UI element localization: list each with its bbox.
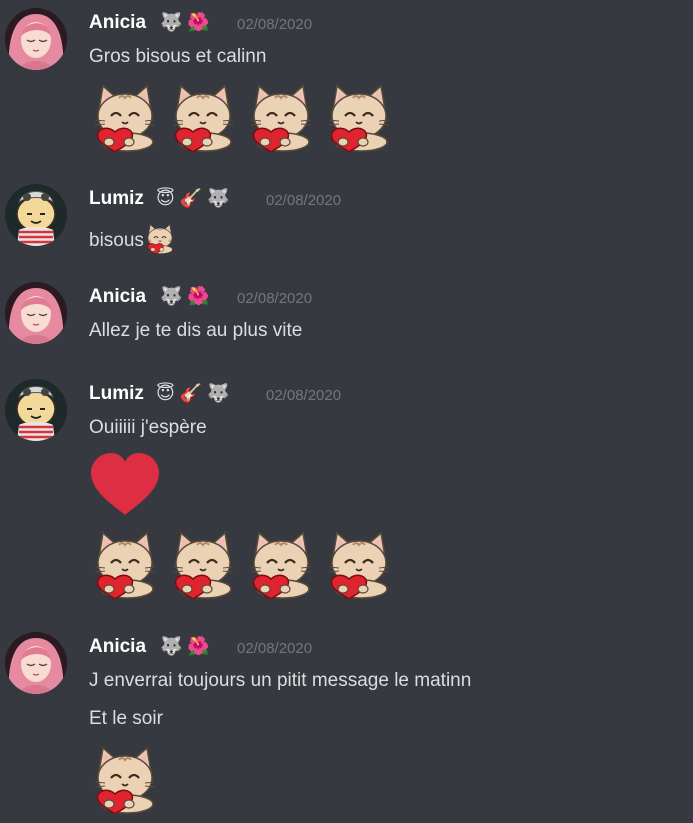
message-text: Et le soir <box>89 708 163 729</box>
username-badges: 😇 🎸 🐺 <box>156 188 230 208</box>
avatar[interactable] <box>5 282 67 344</box>
username[interactable]: Anicia <box>89 12 146 34</box>
red-heart-emoji-icon[interactable] <box>89 453 161 517</box>
avatar[interactable] <box>5 184 67 246</box>
username-badges: 🐺 🌺 <box>160 12 210 32</box>
username[interactable]: Lumiz <box>89 188 144 210</box>
cat-heart-emoji-icon[interactable] <box>323 527 395 599</box>
avatar[interactable] <box>5 632 67 694</box>
username[interactable]: Anicia <box>89 286 146 308</box>
cat-heart-emoji-icon[interactable] <box>245 527 317 599</box>
cat-heart-emoji-icon[interactable] <box>245 80 317 152</box>
message-text-content: bisous <box>89 230 144 251</box>
username[interactable]: Anicia <box>89 636 146 658</box>
timestamp: 02/08/2020 <box>237 290 313 307</box>
username-badges: 🐺 🌺 <box>160 286 210 306</box>
cat-heart-emoji-icon[interactable] <box>167 527 239 599</box>
timestamp: 02/08/2020 <box>237 640 313 657</box>
username-badges: 🐺 🌺 <box>160 636 210 656</box>
emoji-row <box>89 527 401 599</box>
cat-heart-emoji-icon[interactable] <box>89 742 161 814</box>
message-text: Allez je te dis au plus vite <box>89 320 303 341</box>
avatar[interactable] <box>5 8 67 70</box>
timestamp: 02/08/2020 <box>237 16 313 33</box>
username[interactable]: Lumiz <box>89 383 144 405</box>
message-text: Ouiiiii j'espère <box>89 417 207 438</box>
timestamp: 02/08/2020 <box>266 192 342 209</box>
cat-heart-emoji-icon[interactable] <box>323 80 395 152</box>
message-text: Gros bisous et calinn <box>89 46 267 67</box>
timestamp: 02/08/2020 <box>266 387 342 404</box>
cat-heart-emoji-icon[interactable] <box>144 222 176 254</box>
emoji-row <box>89 742 167 814</box>
cat-heart-emoji-icon[interactable] <box>89 80 161 152</box>
emoji-row <box>89 80 401 152</box>
avatar[interactable] <box>5 379 67 441</box>
username-badges: 😇 🎸 🐺 <box>156 383 230 403</box>
cat-heart-emoji-icon[interactable] <box>89 527 161 599</box>
message-text: bisous <box>89 222 176 254</box>
cat-heart-emoji-icon[interactable] <box>167 80 239 152</box>
message-text: J enverrai toujours un pitit message le … <box>89 670 472 691</box>
